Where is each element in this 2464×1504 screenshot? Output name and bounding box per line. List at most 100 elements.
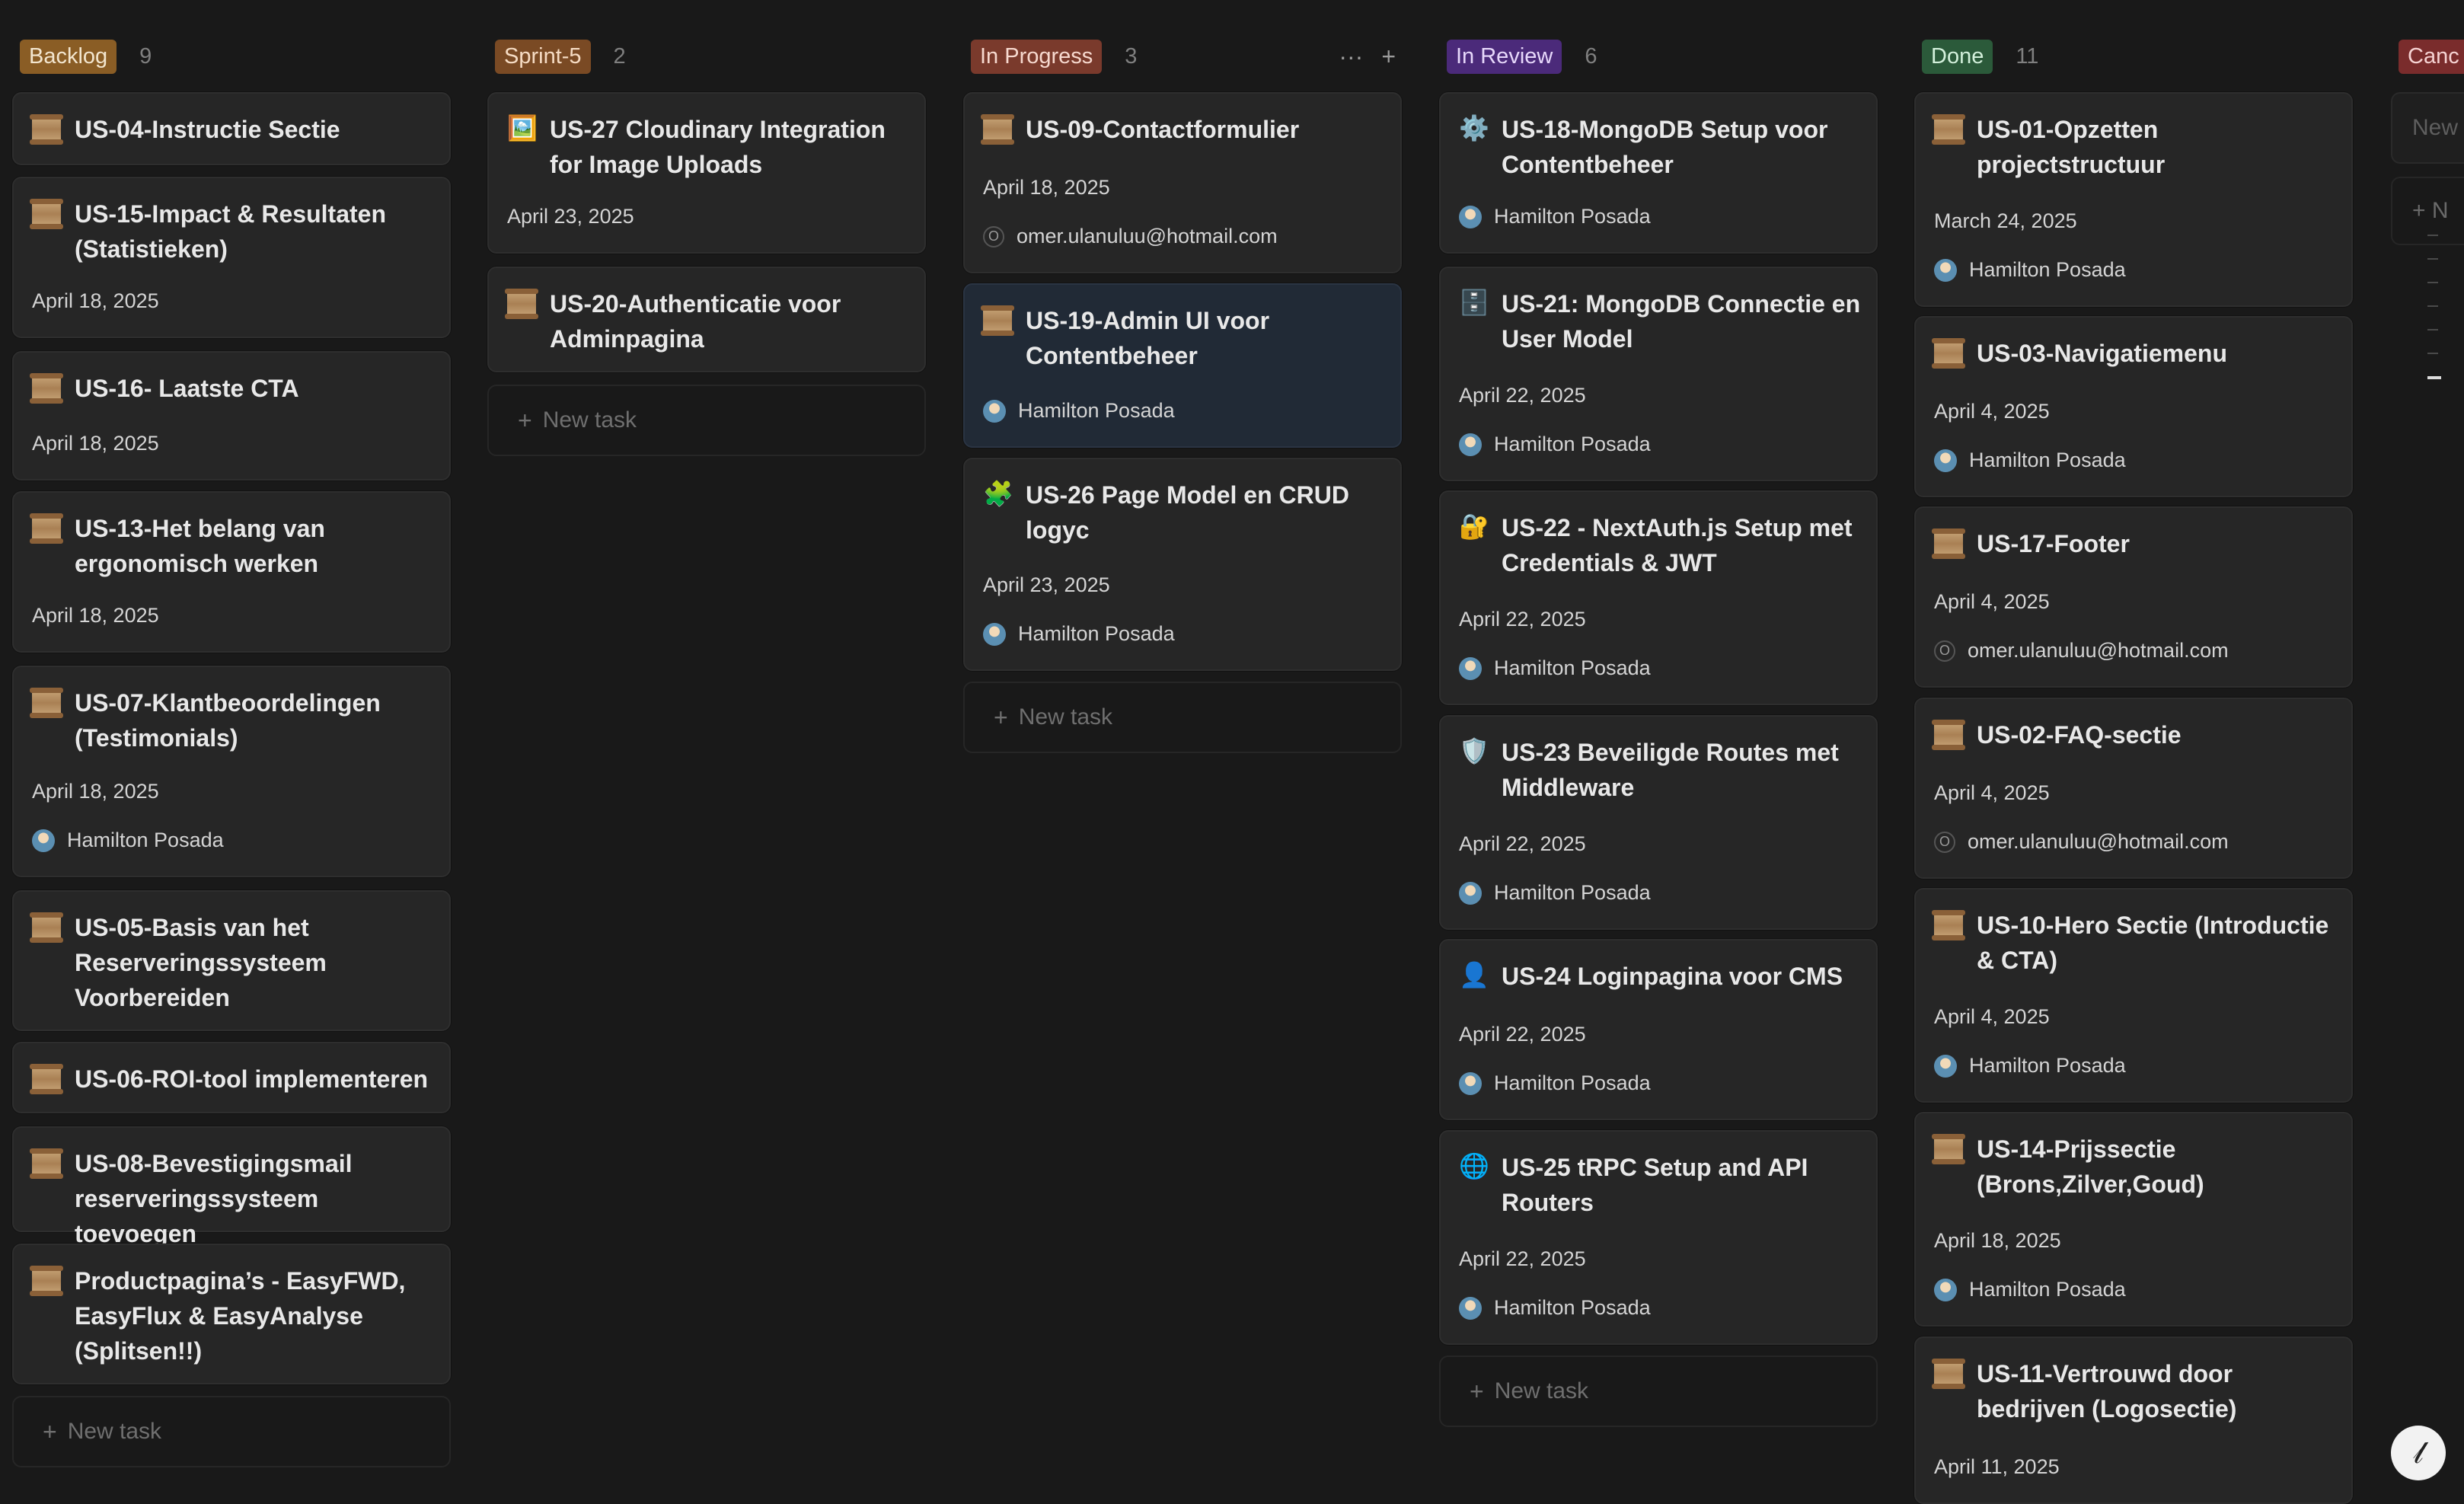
scroll-icon <box>30 912 63 943</box>
avatar <box>1459 433 1482 456</box>
column-in-progress: In Progress 3 ··· + US-09-Contactformulier Ap… <box>963 0 1403 1496</box>
card-assignee-email: Oomer.ulanuluu@hotmail.com <box>1934 639 2229 663</box>
scroll-icon <box>30 1148 63 1179</box>
task-card[interactable]: 🌐 US-25 tRPC Setup and API Routers April 2… <box>1439 1130 1878 1345</box>
card-title-row: US-06-ROI-tool implementeren <box>30 1062 434 1097</box>
scroll-icon <box>1932 910 1965 940</box>
new-task-button[interactable]: + New task <box>1439 1356 1878 1427</box>
task-card[interactable]: 🖼️ US-27 Cloudinary Integration for Image… <box>487 92 926 254</box>
card-assignee: Hamilton Posada <box>1934 258 2126 282</box>
plus-icon: + <box>1470 1377 1484 1405</box>
task-card[interactable]: US-20-Authenticatie voor Adminpagina <box>487 267 926 372</box>
card-assignee: Hamilton Posada <box>983 399 1175 423</box>
avatar <box>983 622 1006 646</box>
card-title: US-14-Prijssectie (Brons,Zilver,Goud) <box>1977 1135 2204 1198</box>
card-title: US-06-ROI-tool implementeren <box>75 1065 429 1093</box>
scroll-icon <box>30 199 63 229</box>
scroll-icon <box>1932 1359 1965 1389</box>
card-assignee-email: Oomer.ulanuluu@hotmail.com <box>983 225 1278 248</box>
task-card[interactable]: US-10-Hero Sectie (Introductie & CTA) Apr… <box>1914 888 2353 1103</box>
task-card[interactable]: US-06-ROI-tool implementeren <box>12 1042 451 1113</box>
column-header: In Review 6 <box>1447 39 1597 74</box>
status-pill[interactable]: Done <box>1922 39 1993 74</box>
card-date: April 18, 2025 <box>32 432 159 455</box>
card-title: Productpagina’s - EasyFWD, EasyFlux & Ea… <box>75 1267 406 1365</box>
new-task-button[interactable]: + New task <box>12 1396 451 1467</box>
task-card[interactable]: 🧩 US-26 Page Model en CRUD logyc April 23,… <box>963 458 1402 671</box>
task-card[interactable]: US-08-Bevestigingsmail reserveringssyste… <box>12 1126 451 1247</box>
card-title: US-09-Contactformulier <box>1026 116 1300 143</box>
assignee-name: Hamilton Posada <box>1494 433 1651 455</box>
card-date: April 22, 2025 <box>1459 1023 1586 1046</box>
task-card[interactable]: Productpagina’s - EasyFWD, EasyFlux & Ea… <box>12 1244 451 1384</box>
card-date: March 24, 2025 <box>1934 209 2077 232</box>
card-assignee: Hamilton Posada <box>1934 449 2126 472</box>
card-date: April 4, 2025 <box>1934 1005 2050 1028</box>
column-header: Backlog 9 <box>20 39 152 74</box>
scroll-icon <box>30 373 63 404</box>
task-card[interactable]: US-13-Het belang van ergonomisch werken A… <box>12 491 451 653</box>
card-date: April 22, 2025 <box>1459 1247 1586 1270</box>
card-title: US-18-MongoDB Setup voor Contentbeheer <box>1502 116 1828 178</box>
task-card[interactable]: US-07-Klantbeoordelingen (Testimonials) A… <box>12 666 451 877</box>
status-pill[interactable]: Canc <box>2399 39 2464 74</box>
card-title-row: ⚙️ US-18-MongoDB Setup voor Contentbeheer <box>1459 112 1861 182</box>
task-card[interactable]: US-16- Laatste CTA April 18, 2025 <box>12 351 451 481</box>
help-button[interactable]: 𝓁 <box>2391 1426 2446 1480</box>
status-pill[interactable]: In Progress <box>971 39 1103 74</box>
task-card[interactable]: 🛡️ US-23 Beveiligde Routes met Middleware… <box>1439 715 1878 930</box>
card-date: April 18, 2025 <box>32 780 159 803</box>
card-date: April 23, 2025 <box>507 205 634 228</box>
assignee-name: Hamilton Posada <box>1969 258 2126 281</box>
task-card[interactable]: US-19-Admin UI voor Contentbeheer Hamilto… <box>963 283 1402 448</box>
task-card[interactable]: ⚙️ US-18-MongoDB Setup voor Contentbeheer… <box>1439 92 1878 254</box>
card-title-row: US-16- Laatste CTA <box>30 371 434 406</box>
card-title-row: US-19-Admin UI voor Contentbeheer <box>981 303 1385 373</box>
page-icon: 🌐 <box>1459 1152 1489 1180</box>
assignee-name: Hamilton Posada <box>1018 399 1175 422</box>
task-card[interactable]: 🗄️ US-21: MongoDB Connectie en User Model… <box>1439 267 1878 481</box>
card-title-row: 🛡️ US-23 Beveiligde Routes met Middleware <box>1459 735 1861 805</box>
avatar <box>1934 258 1957 282</box>
task-card[interactable]: US-17-Footer April 4, 2025 Oomer.ulanuluu@… <box>1914 506 2353 688</box>
task-card[interactable]: US-03-Navigatiemenu April 4, 2025 Hamilton… <box>1914 316 2353 497</box>
task-card[interactable]: US-11-Vertrouwd door bedrijven (Logosect… <box>1914 1336 2353 1504</box>
new-task-button[interactable]: + New task <box>963 682 1402 753</box>
card-title-row: US-02-FAQ-sectie <box>1932 717 2336 752</box>
status-pill[interactable]: In Review <box>1447 39 1562 74</box>
page-icon: 🛡️ <box>1459 737 1489 765</box>
card-title-row: US-11-Vertrouwd door bedrijven (Logosect… <box>1932 1356 2336 1426</box>
task-card[interactable]: US-01-Opzetten projectstructuur March 24,… <box>1914 92 2353 307</box>
card-title: US-15-Impact & Resultaten (Statistieken) <box>75 200 386 263</box>
card-date: April 4, 2025 <box>1934 590 2050 613</box>
task-card[interactable]: 🔐 US-22 - NextAuth.js Setup met Credentia… <box>1439 490 1878 705</box>
task-card[interactable]: US-05-Basis van het Reserveringssysteem … <box>12 890 451 1031</box>
assignee-name: Hamilton Posada <box>1494 1071 1651 1094</box>
task-card[interactable]: 👤 US-24 Loginpagina voor CMS April 22, 202… <box>1439 939 1878 1120</box>
new-task-button[interactable]: + New task <box>487 385 926 456</box>
scroll-icon <box>1932 528 1965 559</box>
task-card[interactable]: US-15-Impact & Resultaten (Statistieken)… <box>12 177 451 338</box>
scroll-icon <box>1932 338 1965 369</box>
page-icon: 🖼️ <box>507 114 538 142</box>
task-card[interactable]: US-09-Contactformulier April 18, 2025 Oome… <box>963 92 1402 273</box>
new-item-input[interactable]: New <box>2391 92 2464 164</box>
scroll-icon <box>1932 114 1965 145</box>
task-card[interactable]: US-14-Prijssectie (Brons,Zilver,Goud) Apr… <box>1914 1112 2353 1327</box>
card-title-row: 🧩 US-26 Page Model en CRUD logyc <box>983 477 1385 548</box>
card-assignee: Hamilton Posada <box>1459 205 1651 228</box>
scroll-icon <box>981 114 1014 145</box>
card-title-row: US-01-Opzetten projectstructuur <box>1932 112 2336 182</box>
plus-icon[interactable]: + <box>1381 43 1396 71</box>
assignee-name: Hamilton Posada <box>1494 656 1651 679</box>
status-pill[interactable]: Sprint-5 <box>495 39 591 74</box>
status-pill[interactable]: Backlog <box>20 39 117 74</box>
assignee-name: Hamilton Posada <box>67 829 224 851</box>
more-icon[interactable]: ··· <box>1339 43 1363 71</box>
card-title: US-26 Page Model en CRUD logyc <box>1026 481 1349 544</box>
card-title: US-08-Bevestigingsmail reserveringssyste… <box>75 1150 353 1247</box>
scroll-icon <box>30 114 63 145</box>
card-assignee: Hamilton Posada <box>1459 1071 1651 1095</box>
task-card[interactable]: US-02-FAQ-sectie April 4, 2025 Oomer.ulanu… <box>1914 698 2353 879</box>
task-card[interactable]: US-04-Instructie Sectie <box>12 92 451 165</box>
